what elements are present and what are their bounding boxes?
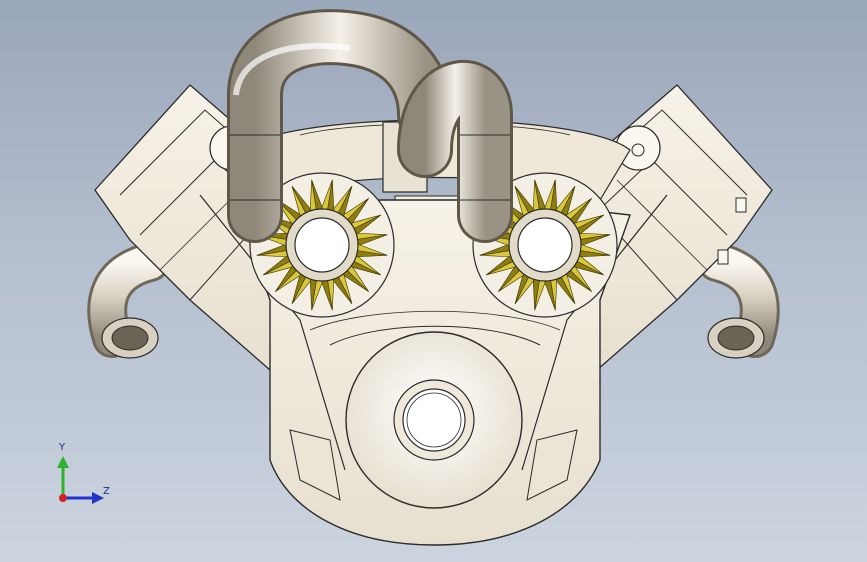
left-exhaust-pipe[interactable] xyxy=(87,242,170,359)
graphics-viewport[interactable]: Y Z xyxy=(0,0,867,562)
v-engine-model[interactable] xyxy=(0,0,867,562)
right-exhaust-pipe[interactable] xyxy=(697,242,780,359)
coordinate-triad xyxy=(57,456,104,504)
z-axis-label: Z xyxy=(103,486,110,497)
crankshaft-pulley[interactable] xyxy=(345,331,523,509)
y-axis-arrowhead xyxy=(57,456,69,468)
y-axis-label: Y xyxy=(59,442,66,453)
x-axis-dot xyxy=(59,494,67,502)
